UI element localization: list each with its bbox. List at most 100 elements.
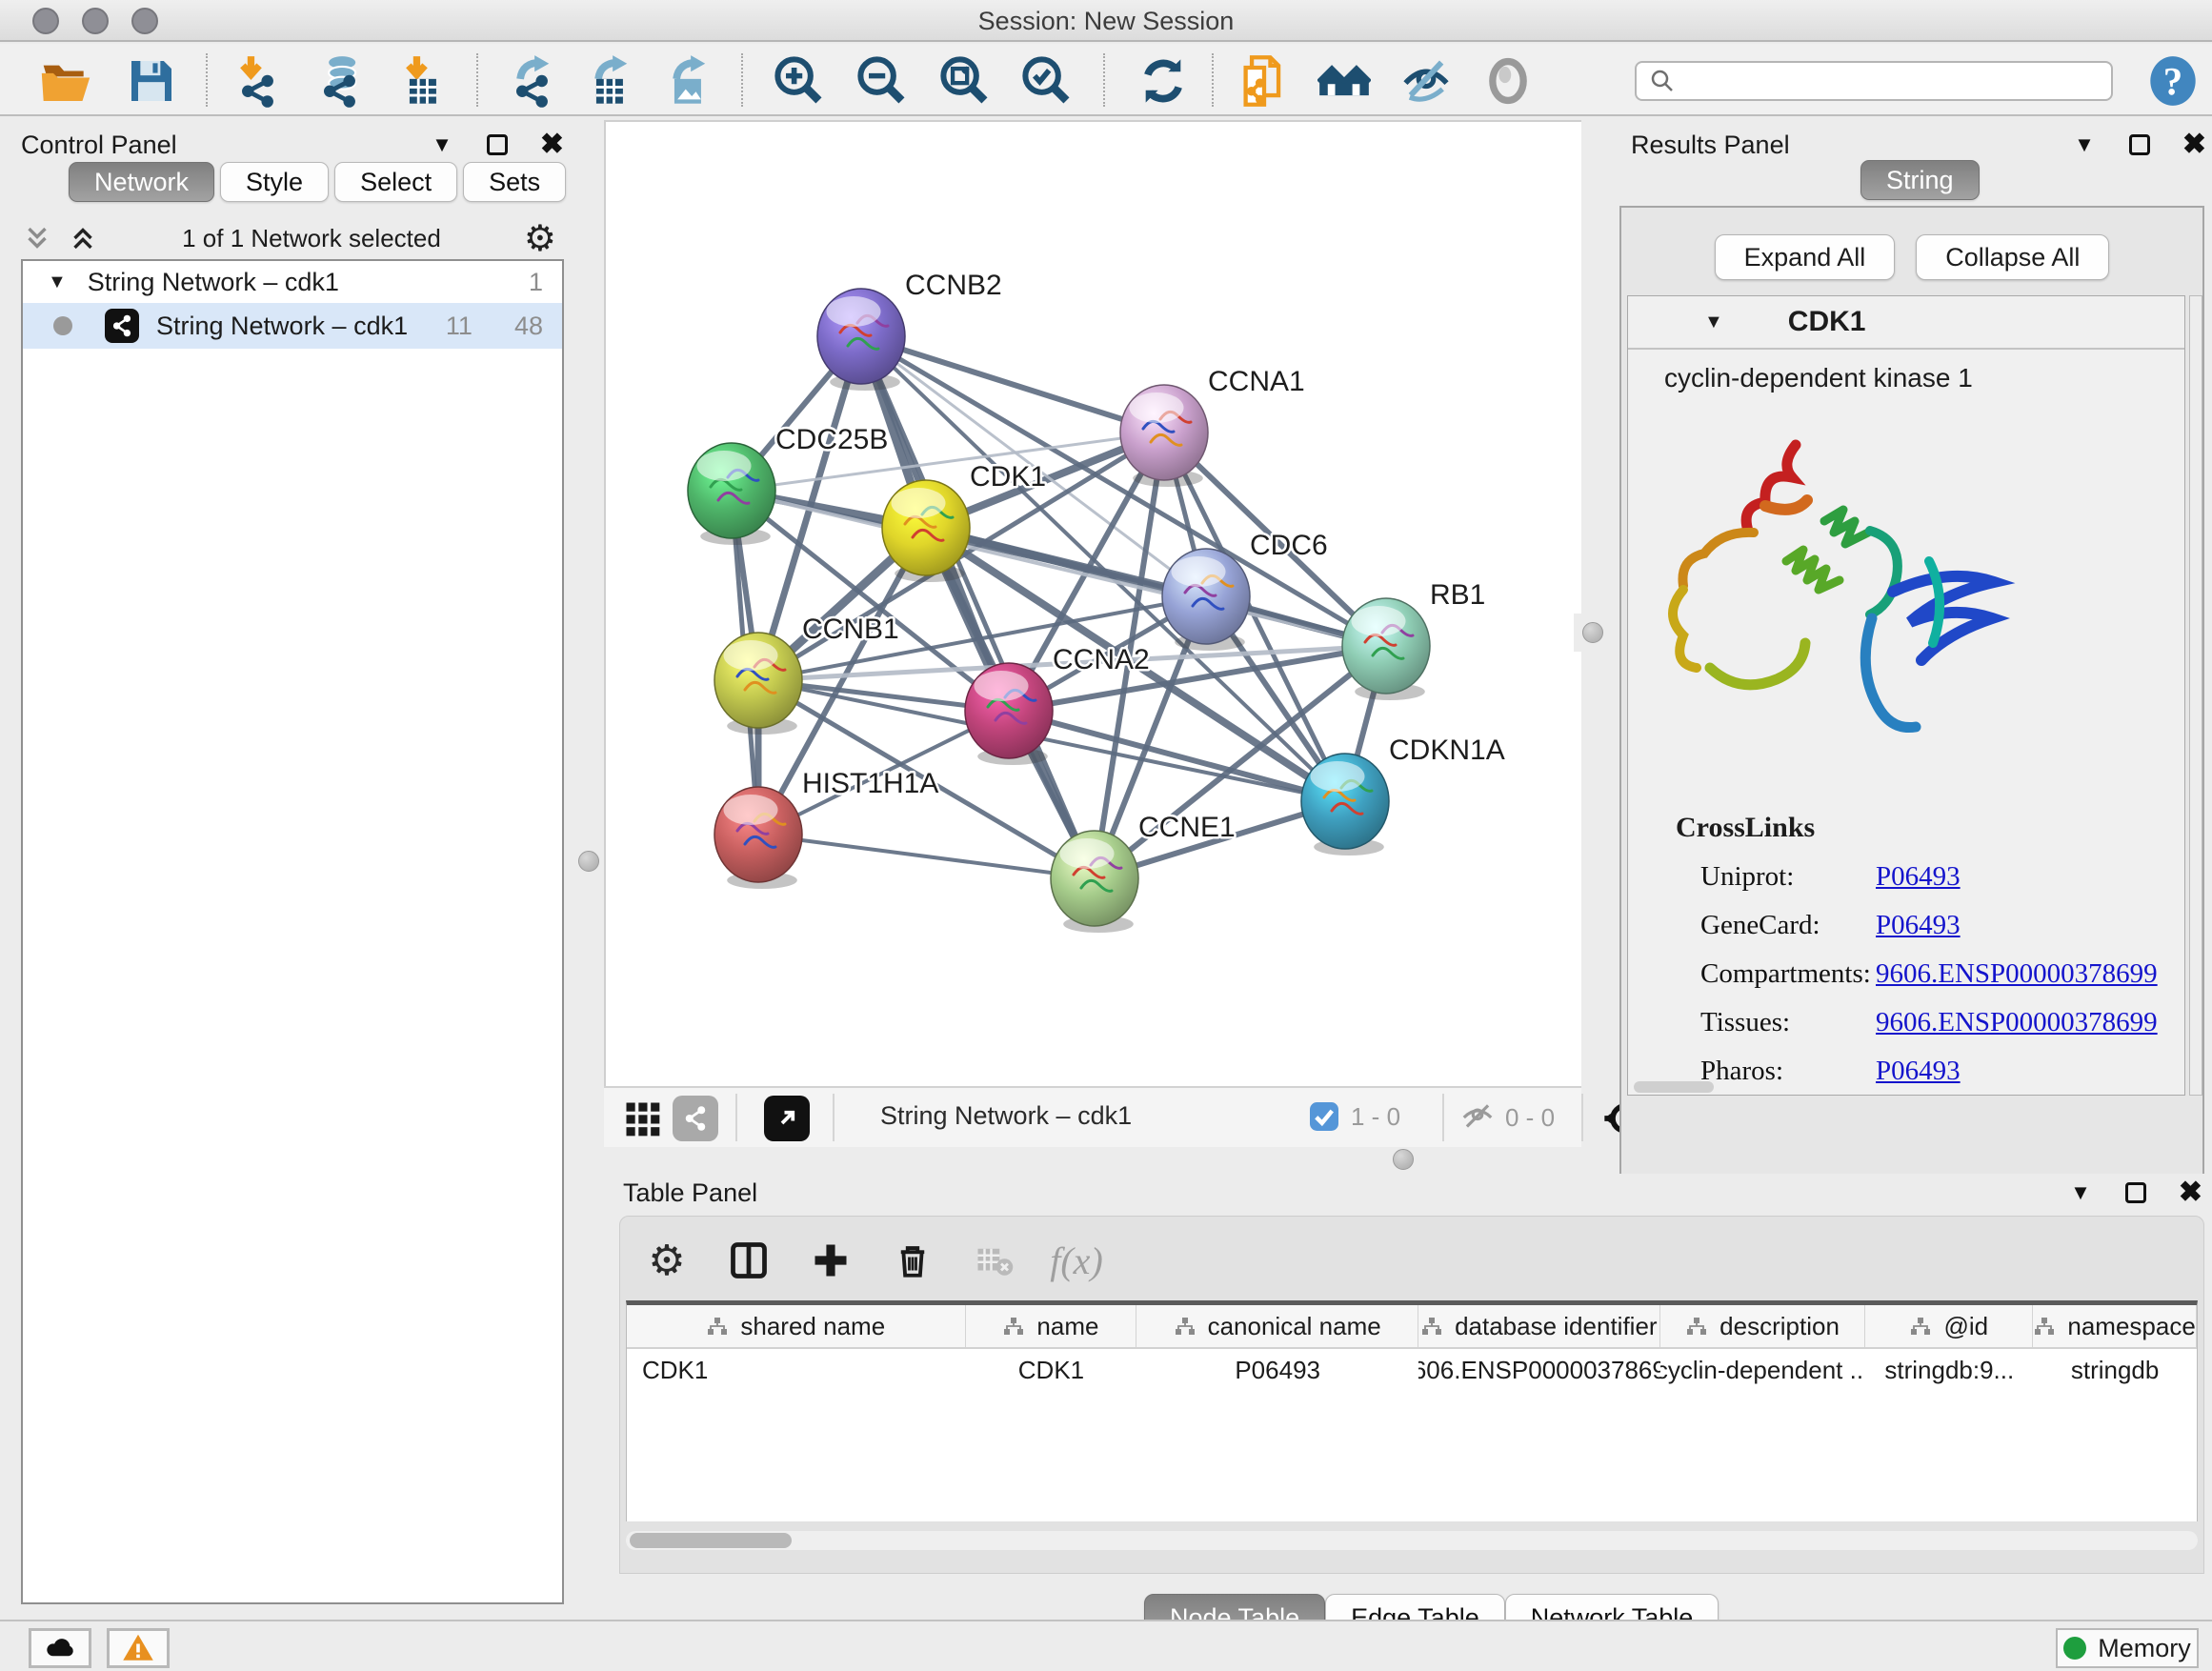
table-close-icon[interactable]: ✖ bbox=[2179, 1182, 2202, 1203]
control-panel-title: Control Panel bbox=[21, 131, 177, 160]
collapse-all-button[interactable]: Collapse All bbox=[1916, 234, 2109, 280]
export-table-icon[interactable] bbox=[583, 53, 638, 109]
tab-style[interactable]: Style bbox=[220, 162, 329, 202]
crosslink-link[interactable]: P06493 bbox=[1876, 861, 1961, 893]
collection-expander-icon[interactable]: ▼ bbox=[48, 272, 67, 293]
table-cell[interactable]: stringdb bbox=[2033, 1349, 2197, 1391]
hide-unhide-icon[interactable] bbox=[1398, 53, 1454, 109]
collapse-all-icon[interactable] bbox=[21, 222, 53, 254]
column-header-description[interactable]: description bbox=[1660, 1305, 1866, 1347]
table-options-gear-icon[interactable]: ⚙ bbox=[643, 1237, 691, 1284]
network-collection-row[interactable]: ▼ String Network – cdk1 1 bbox=[23, 261, 562, 303]
node-entry-header[interactable]: ▼ CDK1 bbox=[1628, 296, 2184, 350]
table-hscrollbar[interactable] bbox=[626, 1531, 2198, 1550]
main-toolbar: ? bbox=[0, 44, 2212, 116]
function-builder-icon[interactable]: f(x) bbox=[1053, 1237, 1100, 1284]
add-column-icon[interactable] bbox=[807, 1237, 855, 1284]
network-row-selected[interactable]: String Network – cdk1 11 48 bbox=[23, 303, 562, 349]
hidden-eye-icon[interactable]: 0 - 0 bbox=[1459, 1099, 1555, 1136]
table-menu-icon[interactable]: ▼ bbox=[2070, 1180, 2091, 1205]
grid-view-icon[interactable] bbox=[621, 1097, 663, 1139]
network-view-toolbar: String Network – cdk1 1 - 0 0 - 0 bbox=[604, 1086, 1581, 1147]
search-field[interactable] bbox=[1635, 61, 2113, 101]
results-close-icon[interactable]: ✖ bbox=[2182, 134, 2206, 155]
zoom-selected-icon[interactable] bbox=[1019, 53, 1075, 109]
string-home-icon[interactable] bbox=[1317, 53, 1372, 109]
crosslink-link[interactable]: 9606.ENSP00000378699 bbox=[1876, 1007, 2158, 1038]
warning-button[interactable] bbox=[107, 1628, 170, 1668]
network-edge[interactable] bbox=[861, 336, 1164, 433]
zoom-fit-icon[interactable] bbox=[937, 53, 993, 109]
column-header-name[interactable]: name bbox=[966, 1305, 1137, 1347]
table-cell[interactable]: 9606.ENSP00000378699 bbox=[1418, 1349, 1660, 1391]
table-cell[interactable]: cyclin-dependent ... bbox=[1660, 1349, 1866, 1391]
network-edge[interactable] bbox=[758, 835, 1095, 878]
import-network-database-icon[interactable] bbox=[312, 53, 368, 109]
zoom-in-icon[interactable] bbox=[772, 53, 827, 109]
table-cell[interactable]: stringdb:9... bbox=[1865, 1349, 2033, 1391]
share-document-icon[interactable] bbox=[1237, 53, 1292, 109]
node-label: CDC25B bbox=[775, 424, 888, 455]
show-columns-icon[interactable] bbox=[725, 1237, 773, 1284]
search-input[interactable] bbox=[1677, 64, 2111, 98]
network-canvas[interactable]: CCNB2CCNA1CDC25BCDK1CDC6RB1CCNB1CCNA2CDK… bbox=[604, 120, 1581, 1086]
left-splitter-handle[interactable] bbox=[570, 842, 608, 880]
string-view-icon[interactable] bbox=[673, 1096, 718, 1141]
network-options-gear-icon[interactable]: ⚙ bbox=[524, 217, 556, 260]
search-icon bbox=[1648, 67, 1677, 95]
results-vscrollbar[interactable] bbox=[2189, 295, 2202, 1096]
network-node-CDC6[interactable]: CDC6 bbox=[1162, 530, 1328, 651]
right-splitter-handle[interactable] bbox=[1574, 614, 1612, 652]
export-network-icon[interactable] bbox=[505, 53, 560, 109]
results-float-icon[interactable] bbox=[2129, 134, 2150, 155]
column-header-sharedname[interactable]: shared name bbox=[627, 1305, 966, 1347]
expand-all-button[interactable]: Expand All bbox=[1715, 234, 1896, 280]
results-menu-icon[interactable]: ▼ bbox=[2074, 132, 2095, 157]
selected-checkbox-icon[interactable]: 1 - 0 bbox=[1307, 1099, 1400, 1134]
results-hscroll-thumb[interactable] bbox=[1634, 1081, 1714, 1093]
help-icon[interactable]: ? bbox=[2145, 53, 2201, 109]
refresh-layout-icon[interactable] bbox=[1136, 53, 1191, 109]
table-row[interactable]: CDK1CDK1P064939606.ENSP00000378699cyclin… bbox=[627, 1349, 2197, 1391]
table-cell[interactable]: P06493 bbox=[1136, 1349, 1418, 1391]
table-cell[interactable]: CDK1 bbox=[966, 1349, 1137, 1391]
tab-network[interactable]: Network bbox=[69, 162, 214, 202]
cloud-button[interactable] bbox=[29, 1628, 91, 1668]
crosslink-link[interactable]: P06493 bbox=[1876, 1056, 1961, 1087]
crosslink-link[interactable]: 9606.ENSP00000378699 bbox=[1876, 958, 2158, 990]
network-node-CDKN1A[interactable]: CDKN1A bbox=[1301, 735, 1505, 856]
column-header-databaseidentifier[interactable]: database identifier bbox=[1418, 1305, 1660, 1347]
table-panel: Table Panel ▼ ✖ ⚙ f(x) bbox=[604, 1174, 2212, 1612]
column-header-namespace[interactable]: namespace bbox=[2033, 1305, 2197, 1347]
panel-menu-icon[interactable]: ▼ bbox=[432, 132, 452, 157]
delete-column-icon[interactable] bbox=[889, 1237, 936, 1284]
table-cell[interactable]: CDK1 bbox=[627, 1349, 966, 1391]
column-header-id[interactable]: @id bbox=[1865, 1305, 2033, 1347]
crosslink-link[interactable]: P06493 bbox=[1876, 910, 1961, 941]
delete-table-icon[interactable] bbox=[971, 1237, 1018, 1284]
network-node-CCNE1[interactable]: CCNE1 bbox=[1051, 812, 1236, 933]
panel-close-icon[interactable]: ✖ bbox=[540, 134, 564, 155]
entry-expander-icon[interactable]: ▼ bbox=[1704, 312, 1723, 333]
tab-sets[interactable]: Sets bbox=[463, 162, 566, 202]
memory-button[interactable]: Memory bbox=[2056, 1628, 2199, 1668]
tab-select[interactable]: Select bbox=[334, 162, 457, 202]
import-table-icon[interactable] bbox=[396, 53, 452, 109]
table-float-icon[interactable] bbox=[2125, 1182, 2146, 1203]
expand-all-icon[interactable] bbox=[67, 222, 99, 254]
save-session-icon[interactable] bbox=[124, 53, 179, 109]
table-hscroll-thumb[interactable] bbox=[630, 1533, 792, 1548]
import-network-file-icon[interactable] bbox=[231, 53, 286, 109]
network-node-HIST1H1A[interactable]: HIST1H1A bbox=[714, 768, 938, 889]
network-node-RB1[interactable]: RB1 bbox=[1342, 579, 1485, 700]
highlight-icon[interactable] bbox=[1480, 53, 1536, 109]
tab-string[interactable]: String bbox=[1860, 160, 1980, 200]
zoom-out-icon[interactable] bbox=[855, 53, 910, 109]
export-image-icon[interactable] bbox=[661, 53, 716, 109]
node-table-header: shared namenamecanonical namedatabase id… bbox=[627, 1305, 2197, 1349]
network-node-CCNA1[interactable]: CCNA1 bbox=[1120, 366, 1305, 487]
open-session-icon[interactable] bbox=[38, 53, 93, 109]
column-header-canonicalname[interactable]: canonical name bbox=[1136, 1305, 1418, 1347]
panel-float-icon[interactable] bbox=[487, 134, 508, 155]
detach-view-icon[interactable] bbox=[764, 1096, 810, 1141]
